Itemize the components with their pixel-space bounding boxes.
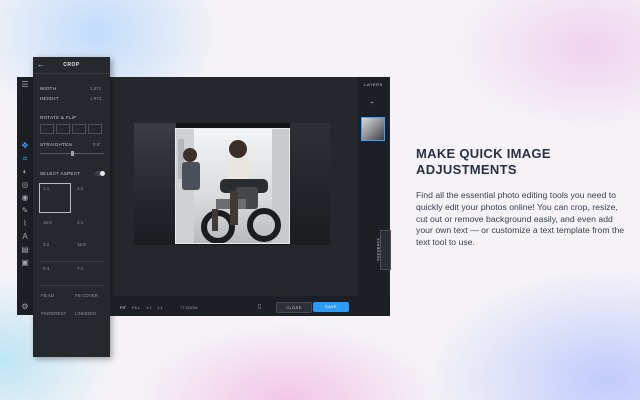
flip-vertical-button[interactable] [88, 124, 102, 134]
save-button[interactable]: SAVE [313, 302, 349, 312]
rotate-left-button[interactable] [40, 124, 54, 134]
zoom-1-4-button[interactable]: 1:4 [157, 305, 163, 310]
add-layer-icon[interactable]: + [370, 100, 374, 107]
zoom-fill-button[interactable]: FILL [132, 305, 140, 310]
promo-heading: MAKE QUICK IMAGE ADJUSTMENTS [416, 146, 551, 177]
straighten-slider-handle[interactable] [71, 151, 74, 156]
divider [40, 285, 104, 286]
zoom-level[interactable]: 77 ZOOM [180, 305, 198, 310]
adjust-icon[interactable]: ◐ [20, 167, 30, 177]
rotate-flip-label: ROTATE & FLIP [40, 115, 77, 120]
layers-panel: LAYERS + [358, 77, 389, 315]
aspect-lock-toggle[interactable] [95, 171, 105, 176]
draw-icon[interactable]: ✎ [20, 206, 30, 216]
aspect-option[interactable]: PINTEREST [41, 311, 66, 316]
crop-icon[interactable]: ⌗ [20, 154, 30, 164]
bottom-toolbar: FIT FILL 1:1 1:4 77 ZOOM ▯ CLOSE SAVE [110, 296, 390, 316]
promo-body: Find all the essential photo editing too… [416, 190, 625, 248]
divider [40, 261, 104, 262]
sticker-icon[interactable]: ▤ [20, 245, 30, 255]
height-value[interactable]: 1,973 [90, 96, 101, 101]
flip-horizontal-button[interactable] [72, 124, 86, 134]
rotate-right-button[interactable] [56, 124, 70, 134]
zoom-fit-button[interactable]: FIT [120, 305, 126, 310]
photo-image [176, 129, 289, 243]
straighten-label: STRAIGHTEN [40, 142, 73, 147]
aspect-option[interactable]: LINKEDIN [75, 311, 96, 316]
aspect-option[interactable]: FB COVER [75, 293, 98, 298]
close-button[interactable]: CLOSE [276, 302, 312, 313]
brush-icon[interactable]: ⌇ [20, 219, 30, 229]
feedback-tab[interactable]: FEEDBACK [376, 230, 391, 270]
filter-icon[interactable]: ◎ [20, 180, 30, 190]
height-label: HEIGHT [40, 96, 59, 101]
aspect-option[interactable]: 5:4 [43, 266, 49, 271]
aspect-option[interactable]: 4:3 [77, 186, 83, 191]
tool-sidebar: ☰ ✥ ⌗ ◐ ◎ ◉ ✎ ⌇ A ▤ ▣ ⚙ [17, 77, 33, 315]
promo-section: MAKE QUICK IMAGE ADJUSTMENTS Find all th… [416, 146, 626, 249]
trash-icon[interactable]: ▯ [258, 303, 261, 310]
crop-panel-header: ← CROP [33, 57, 110, 74]
aspect-option[interactable]: 7:4 [77, 266, 83, 271]
crop-panel: ← CROP WIDTH 1,972 HEIGHT 1,973 ROTATE &… [33, 57, 110, 357]
layer-thumbnail[interactable] [361, 117, 385, 141]
straighten-value: 0.0° [93, 142, 102, 147]
aspect-option[interactable]: 1:1 [43, 186, 49, 191]
aspect-option[interactable]: FB AD [41, 293, 54, 298]
text-icon[interactable]: A [20, 232, 30, 242]
move-icon[interactable]: ✥ [20, 141, 30, 151]
layers-title: LAYERS [364, 82, 383, 87]
crop-panel-title: CROP [63, 62, 80, 68]
photo-background [134, 123, 176, 245]
select-aspect-label: SELECT ASPECT [40, 171, 81, 176]
crop-region[interactable] [175, 128, 290, 244]
aspect-option[interactable]: 16:9 [77, 242, 86, 247]
aspect-option[interactable]: 16:9 [43, 220, 52, 225]
width-label: WIDTH [40, 86, 57, 91]
aspect-option[interactable]: 3:2 [43, 242, 49, 247]
menu-icon[interactable]: ☰ [20, 80, 30, 90]
feedback-label: FEEDBACK [376, 237, 381, 261]
image-icon[interactable]: ▣ [20, 258, 30, 268]
effects-icon[interactable]: ◉ [20, 193, 30, 203]
width-value[interactable]: 1,972 [90, 86, 101, 91]
aspect-option[interactable]: 3:1 [77, 220, 83, 225]
photo-background [290, 123, 330, 245]
settings-icon[interactable]: ⚙ [20, 302, 30, 312]
zoom-1-1-button[interactable]: 1:1 [146, 305, 152, 310]
